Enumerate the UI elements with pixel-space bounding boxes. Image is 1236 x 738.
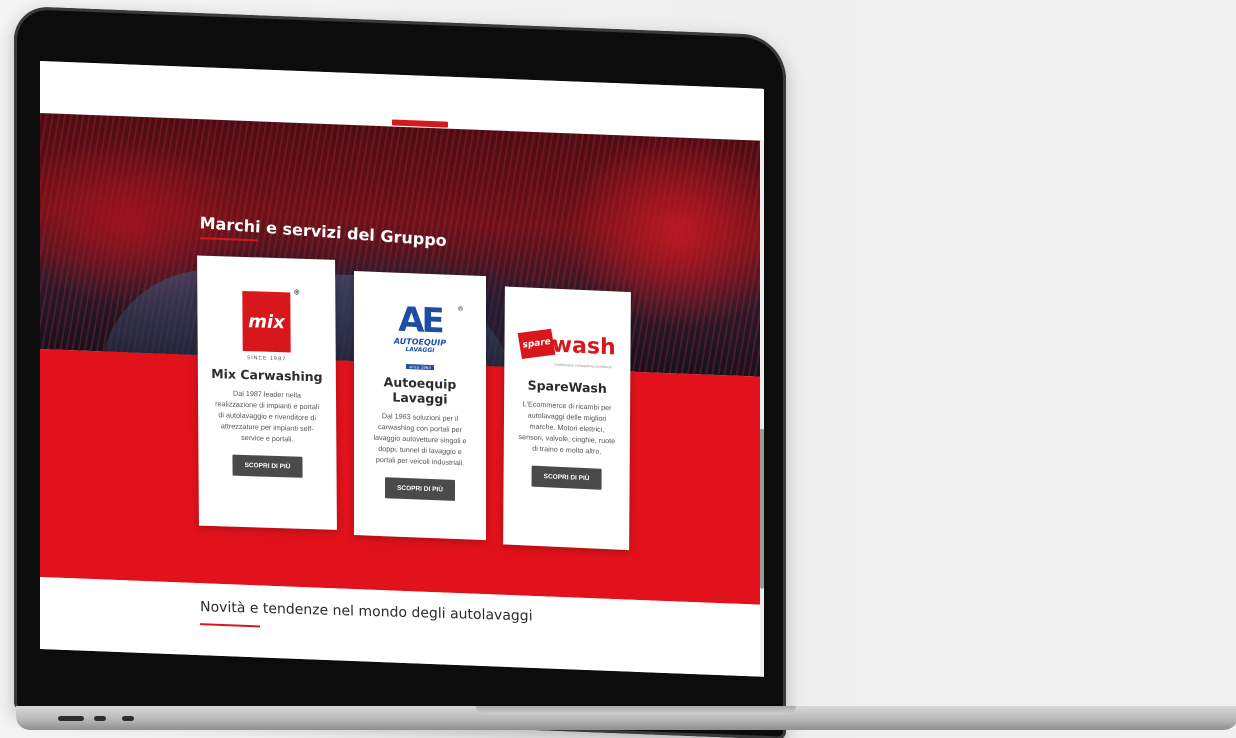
autoequip-logo: AE AUTOEQUIP LAVAGGI since 1963 ®: [374, 299, 466, 372]
sparewash-logo-spare: spare: [517, 328, 556, 359]
mix-logo: mix ®: [242, 289, 300, 353]
usb-c-port: [94, 716, 106, 721]
brand-card-sparewash: spare wash multibrand carwashing solutio…: [503, 286, 631, 551]
sparewash-logo: spare wash multibrand carwashing solutio…: [517, 323, 616, 370]
card-description: L'Ecommerce di ricambi per autolavaggi d…: [518, 399, 616, 456]
scene: Marchi e servizi del Gruppo mix ® SINCE …: [0, 0, 1236, 738]
sparewash-logo-tagline: multibrand carwashing solutions: [554, 362, 612, 370]
registered-mark: ®: [457, 305, 464, 314]
brand-card-mix: mix ® SINCE 1987 Mix Carwashing Dal 1987…: [197, 255, 337, 530]
autoequip-logo-line3: since 1963: [406, 364, 434, 371]
laptop-base-lip: [476, 706, 796, 714]
laptop-lid: Marchi e servizi del Gruppo mix ® SINCE …: [14, 6, 786, 738]
scopri-button-sparewash[interactable]: SCOPRI DI PIÙ: [531, 465, 602, 490]
scopri-button-autoequip[interactable]: SCOPRI DI PIÙ: [385, 477, 455, 501]
mix-logo-since: SINCE 1987: [247, 355, 287, 363]
mix-logo-text: mix: [248, 310, 285, 333]
card-description: Dal 1987 leader nella realizzazione di i…: [215, 388, 320, 444]
card-description: Dal 1963 soluzioni per il carwashing con…: [373, 411, 467, 468]
scrollbar-thumb[interactable]: [760, 428, 764, 589]
scrollbar-track[interactable]: [760, 140, 764, 677]
website-screen: Marchi e servizi del Gruppo mix ® SINCE …: [40, 60, 764, 677]
autoequip-logo-mark: AE: [398, 299, 442, 342]
brand-card-autoequip: AE AUTOEQUIP LAVAGGI since 1963 ® Autoeq…: [354, 271, 486, 541]
scopri-button-mix[interactable]: SCOPRI DI PIÙ: [232, 454, 303, 478]
laptop-base: [16, 706, 1236, 730]
sparewash-logo-wash: wash: [551, 332, 616, 360]
usb-c-port: [122, 716, 134, 721]
usb-c-port: [58, 716, 84, 721]
registered-mark: ®: [293, 288, 301, 297]
